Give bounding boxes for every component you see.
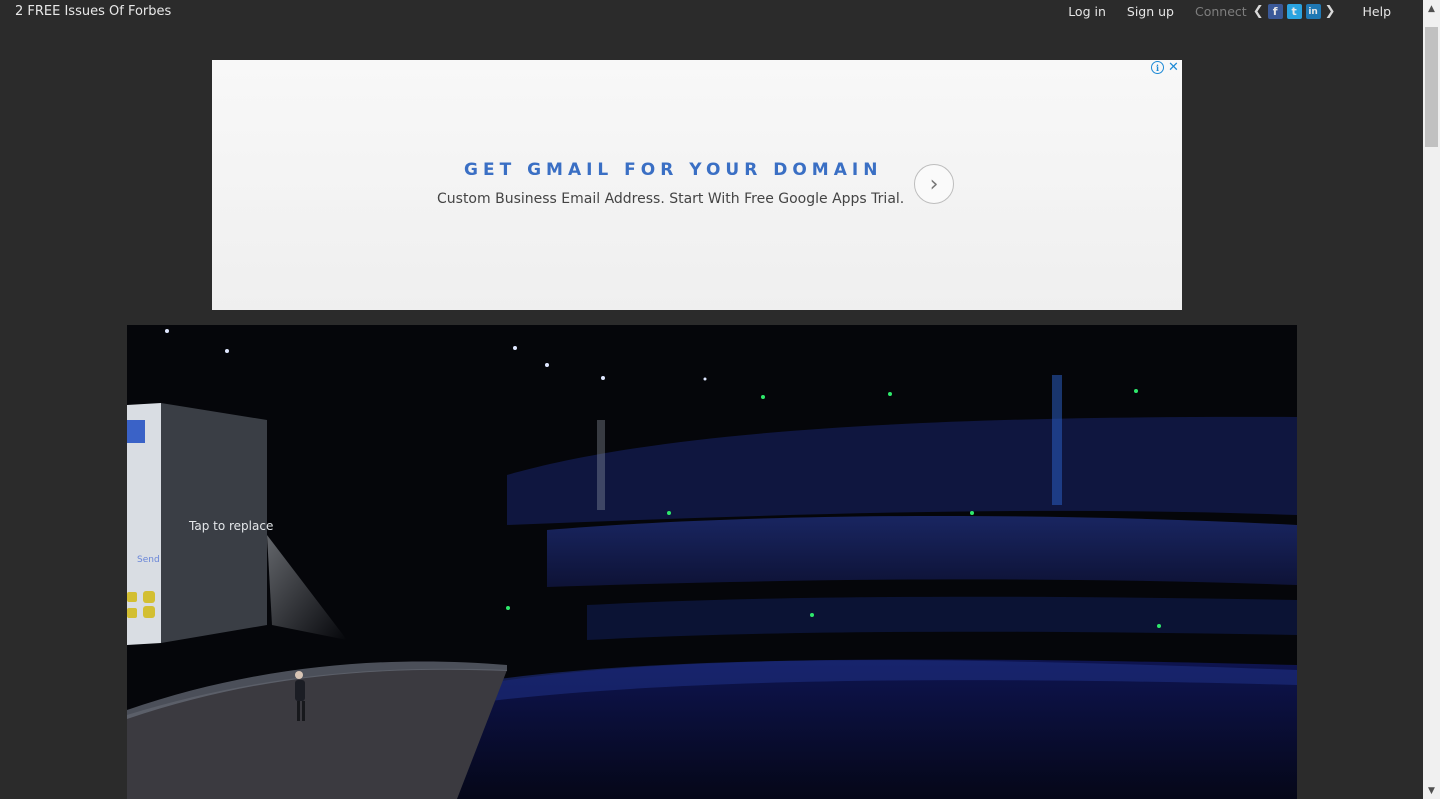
gmail-ad-banner[interactable]: i ✕ GET GMAIL FOR YOUR DOMAIN Custom Bus… <box>212 60 1182 310</box>
chevron-right-icon[interactable]: ❯ <box>1325 5 1336 18</box>
facebook-icon[interactable]: f <box>1267 4 1283 19</box>
close-icon[interactable]: ✕ <box>1166 60 1181 75</box>
chevron-right-icon[interactable]: › <box>914 164 954 204</box>
twitter-icon[interactable]: t <box>1286 4 1302 19</box>
connect-label: Connect <box>1195 4 1247 19</box>
login-link[interactable]: Log in <box>1068 4 1106 19</box>
ad-headline[interactable]: GET GMAIL FOR YOUR DOMAIN <box>464 160 882 180</box>
top-bar: 2 FREE Issues Of Forbes Log in Sign up C… <box>0 0 1423 26</box>
linkedin-icon[interactable]: in <box>1305 4 1321 19</box>
top-nav: Log in Sign up Connect ❮ f t in ❯ Help <box>1068 4 1391 19</box>
keynote-video-frame[interactable]: Tap to replace Send <box>127 325 1297 799</box>
scroll-down-icon[interactable]: ▼ <box>1423 782 1440 799</box>
scroll-thumb[interactable] <box>1425 27 1438 147</box>
screen-side-text: Send <box>137 555 160 565</box>
page: 2 FREE Issues Of Forbes Log in Sign up C… <box>0 0 1440 799</box>
help-link[interactable]: Help <box>1363 4 1392 19</box>
ad-description[interactable]: Custom Business Email Address. Start Wit… <box>437 191 904 207</box>
keynote-scene: Tap to replace Send <box>127 325 1297 799</box>
forbes-promo-link[interactable]: 2 FREE Issues Of Forbes <box>15 4 171 19</box>
screen-text: Tap to replace <box>188 519 273 533</box>
info-icon[interactable]: i <box>1150 60 1165 75</box>
vertical-scrollbar[interactable]: ▲ ▼ <box>1423 0 1440 799</box>
chevron-left-icon[interactable]: ❮ <box>1253 5 1264 18</box>
signup-link[interactable]: Sign up <box>1127 4 1174 19</box>
scroll-up-icon[interactable]: ▲ <box>1423 0 1440 17</box>
